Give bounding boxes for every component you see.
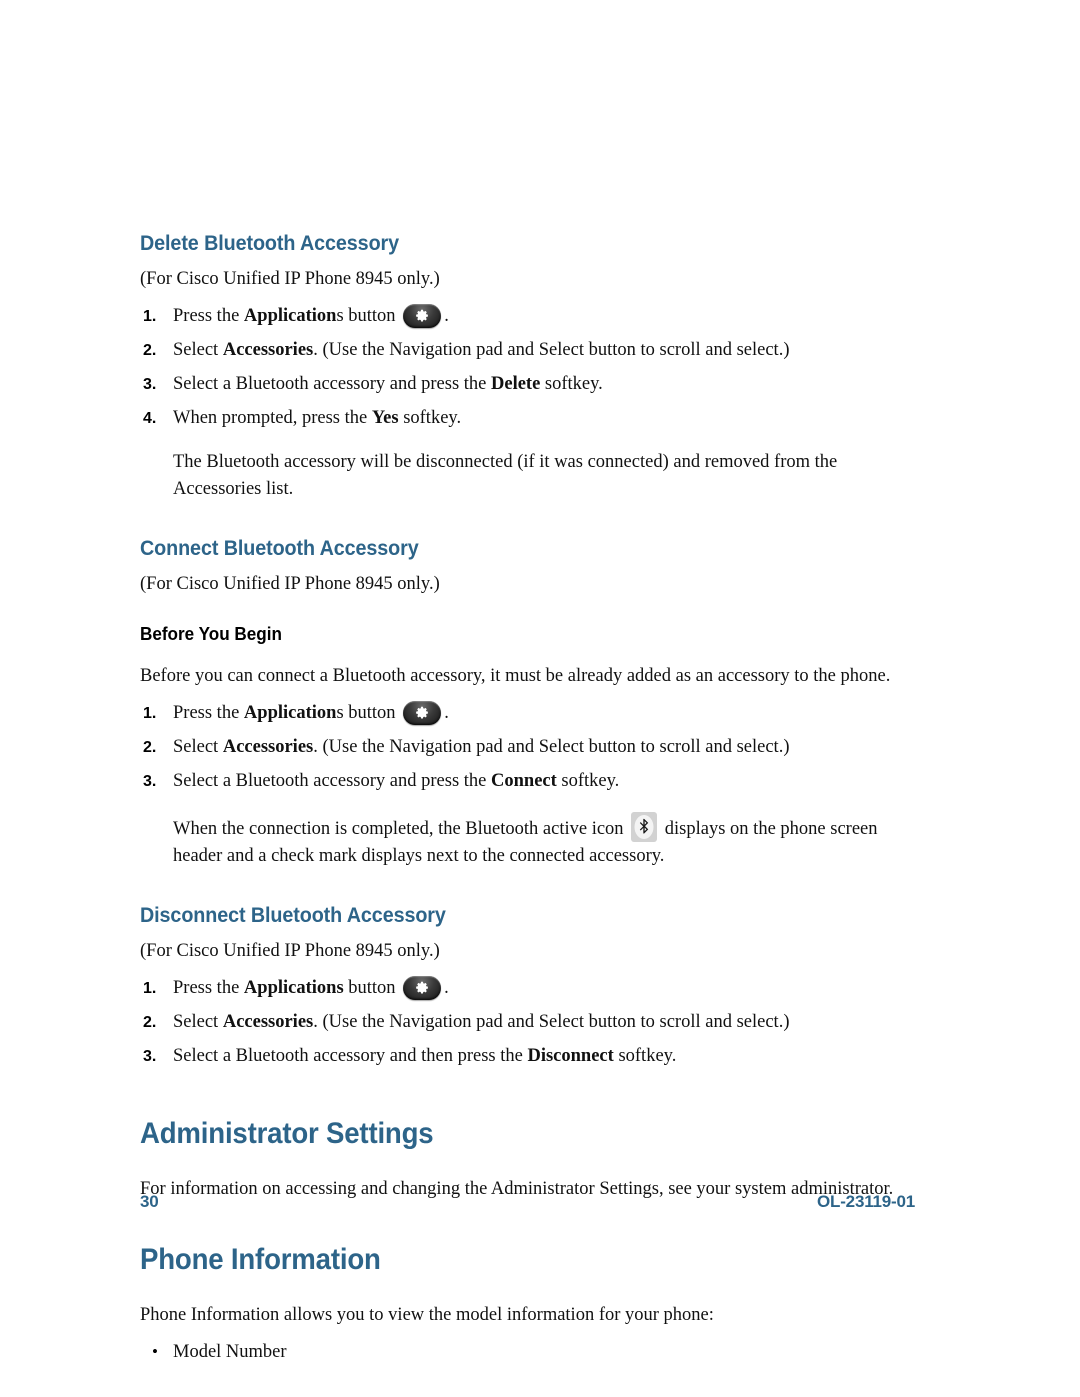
result-paragraph-connect: When the connection is completed, the Bl…: [140, 811, 915, 870]
procedure-list-delete: 1. Press the Applications button . 2. Sele…: [140, 303, 915, 432]
step-text-bold: Application: [243, 306, 337, 327]
bullet-label: Model Number: [173, 1342, 287, 1363]
step-text-post: softkey.: [556, 770, 620, 791]
section-heading-delete-bluetooth-accessory: Delete Bluetooth Accessory: [140, 232, 400, 255]
step-text-post: button: [343, 978, 401, 999]
section-heading-connect-bluetooth-accessory: Connect Bluetooth Accessory: [140, 537, 419, 561]
list-item: 2. Select Accessories. (Use the Navigatio…: [140, 1009, 915, 1036]
step-text-post: . (Use the Navigation pad and Select but…: [313, 736, 790, 757]
list-item: 3. Select a Bluetooth accessory and press…: [140, 768, 915, 795]
step-number: 3.: [143, 772, 157, 790]
step-text-bold: Connect: [491, 770, 557, 791]
step-text-pre: When prompted, press the: [173, 408, 372, 429]
step-number: 3.: [143, 376, 157, 394]
step-number: 1.: [143, 704, 157, 722]
list-item: 2. Select Accessories. (Use the Navigatio…: [140, 337, 915, 364]
step-number: 3.: [143, 1048, 157, 1066]
step-text-tail: .: [444, 306, 449, 327]
list-item: 3. Select a Bluetooth accessory and then …: [140, 1043, 915, 1070]
step-text-bold: Delete: [491, 374, 541, 395]
step-text-tail: .: [444, 978, 449, 999]
step-text-post: softkey.: [540, 374, 603, 395]
list-item: 1. Press the Applications button .: [140, 700, 915, 727]
step-text-post: softkey.: [613, 1046, 677, 1067]
step-text-pre: Select a Bluetooth accessory and press t…: [173, 770, 491, 791]
step-text-pre: Select a Bluetooth accessory and then pr…: [173, 1046, 528, 1067]
document-id: OL-23119-01: [817, 1192, 915, 1211]
step-text-pre: Select: [173, 340, 223, 361]
step-text-post: softkey.: [398, 408, 462, 429]
step-text-bold: Accessories: [222, 340, 314, 361]
bullet-icon: •: [152, 1342, 158, 1362]
applications-button-icon: [403, 304, 442, 329]
procedure-list-connect: 1. Press the Applications button . 2. Sele…: [140, 700, 915, 795]
step-text-pre: Press the: [173, 702, 244, 723]
step-text-post: s button: [336, 702, 401, 723]
section-note-delete: (For Cisco Unified IP Phone 8945 only.): [140, 269, 440, 290]
step-text-bold: Applications: [243, 978, 344, 999]
list-item: 1. Press the Applications button .: [140, 975, 915, 1002]
procedure-list-disconnect: 1. Press the Applications button . 2. Sele…: [140, 975, 915, 1070]
page-number: 30: [140, 1192, 159, 1211]
step-text-bold: Accessories: [222, 1012, 314, 1033]
result-text-pre: When the connection is completed, the Bl…: [173, 818, 629, 839]
document-page: Delete Bluetooth Accessory (For Cisco Un…: [0, 0, 1080, 1397]
subsection-heading-before-you-begin: Before You Begin: [140, 624, 282, 645]
applications-button-icon: [403, 700, 442, 725]
section-note-connect: (For Cisco Unified IP Phone 8945 only.): [140, 574, 440, 595]
chapter-heading-administrator-settings: Administrator Settings: [140, 1117, 434, 1151]
applications-button-icon: [403, 976, 442, 1001]
step-text-pre: Select: [173, 1012, 223, 1033]
list-item: • Model Number: [140, 1339, 915, 1366]
chapter-body-phone-information: Phone Information allows you to view the…: [140, 1305, 714, 1326]
step-number: 4.: [143, 410, 157, 428]
step-text-pre: Press the: [173, 978, 244, 999]
step-text-pre: Select: [173, 736, 223, 757]
step-number: 1.: [143, 308, 157, 326]
step-text-bold: Yes: [371, 408, 399, 429]
step-number: 2.: [143, 738, 157, 756]
step-text-post: . (Use the Navigation pad and Select but…: [313, 1012, 790, 1033]
step-text-pre: Select a Bluetooth accessory and press t…: [173, 374, 491, 395]
step-text-post: . (Use the Navigation pad and Select but…: [313, 340, 790, 361]
result-paragraph-delete: The Bluetooth accessory will be disconne…: [173, 452, 838, 500]
step-text-post: s button: [336, 306, 401, 327]
bluetooth-active-icon: [631, 811, 658, 842]
intro-paragraph-connect: Before you can connect a Bluetooth acces…: [140, 665, 891, 686]
list-item: 2. Select Accessories. (Use the Navigatio…: [140, 734, 915, 761]
step-text-bold: Accessories: [222, 736, 314, 757]
list-item: 3. Select a Bluetooth accessory and press…: [140, 371, 915, 398]
step-number: 2.: [143, 1014, 157, 1032]
step-text-bold: Application: [243, 702, 337, 723]
section-heading-disconnect-bluetooth-accessory: Disconnect Bluetooth Accessory: [140, 903, 446, 927]
chapter-heading-phone-information: Phone Information: [140, 1243, 381, 1277]
list-item: 4. When prompted, press the Yes softkey.: [140, 405, 915, 432]
step-text-bold: Disconnect: [527, 1046, 614, 1067]
bullet-list-phone-information: • Model Number: [140, 1339, 915, 1366]
page-footer: 30 OL-23119-01: [140, 1192, 915, 1212]
step-text-tail: .: [444, 702, 449, 723]
list-item: 1. Press the Applications button .: [140, 303, 915, 330]
step-number: 2.: [143, 342, 157, 360]
step-number: 1.: [143, 980, 157, 998]
step-text-pre: Press the: [173, 306, 244, 327]
section-note-disconnect: (For Cisco Unified IP Phone 8945 only.): [140, 941, 440, 962]
